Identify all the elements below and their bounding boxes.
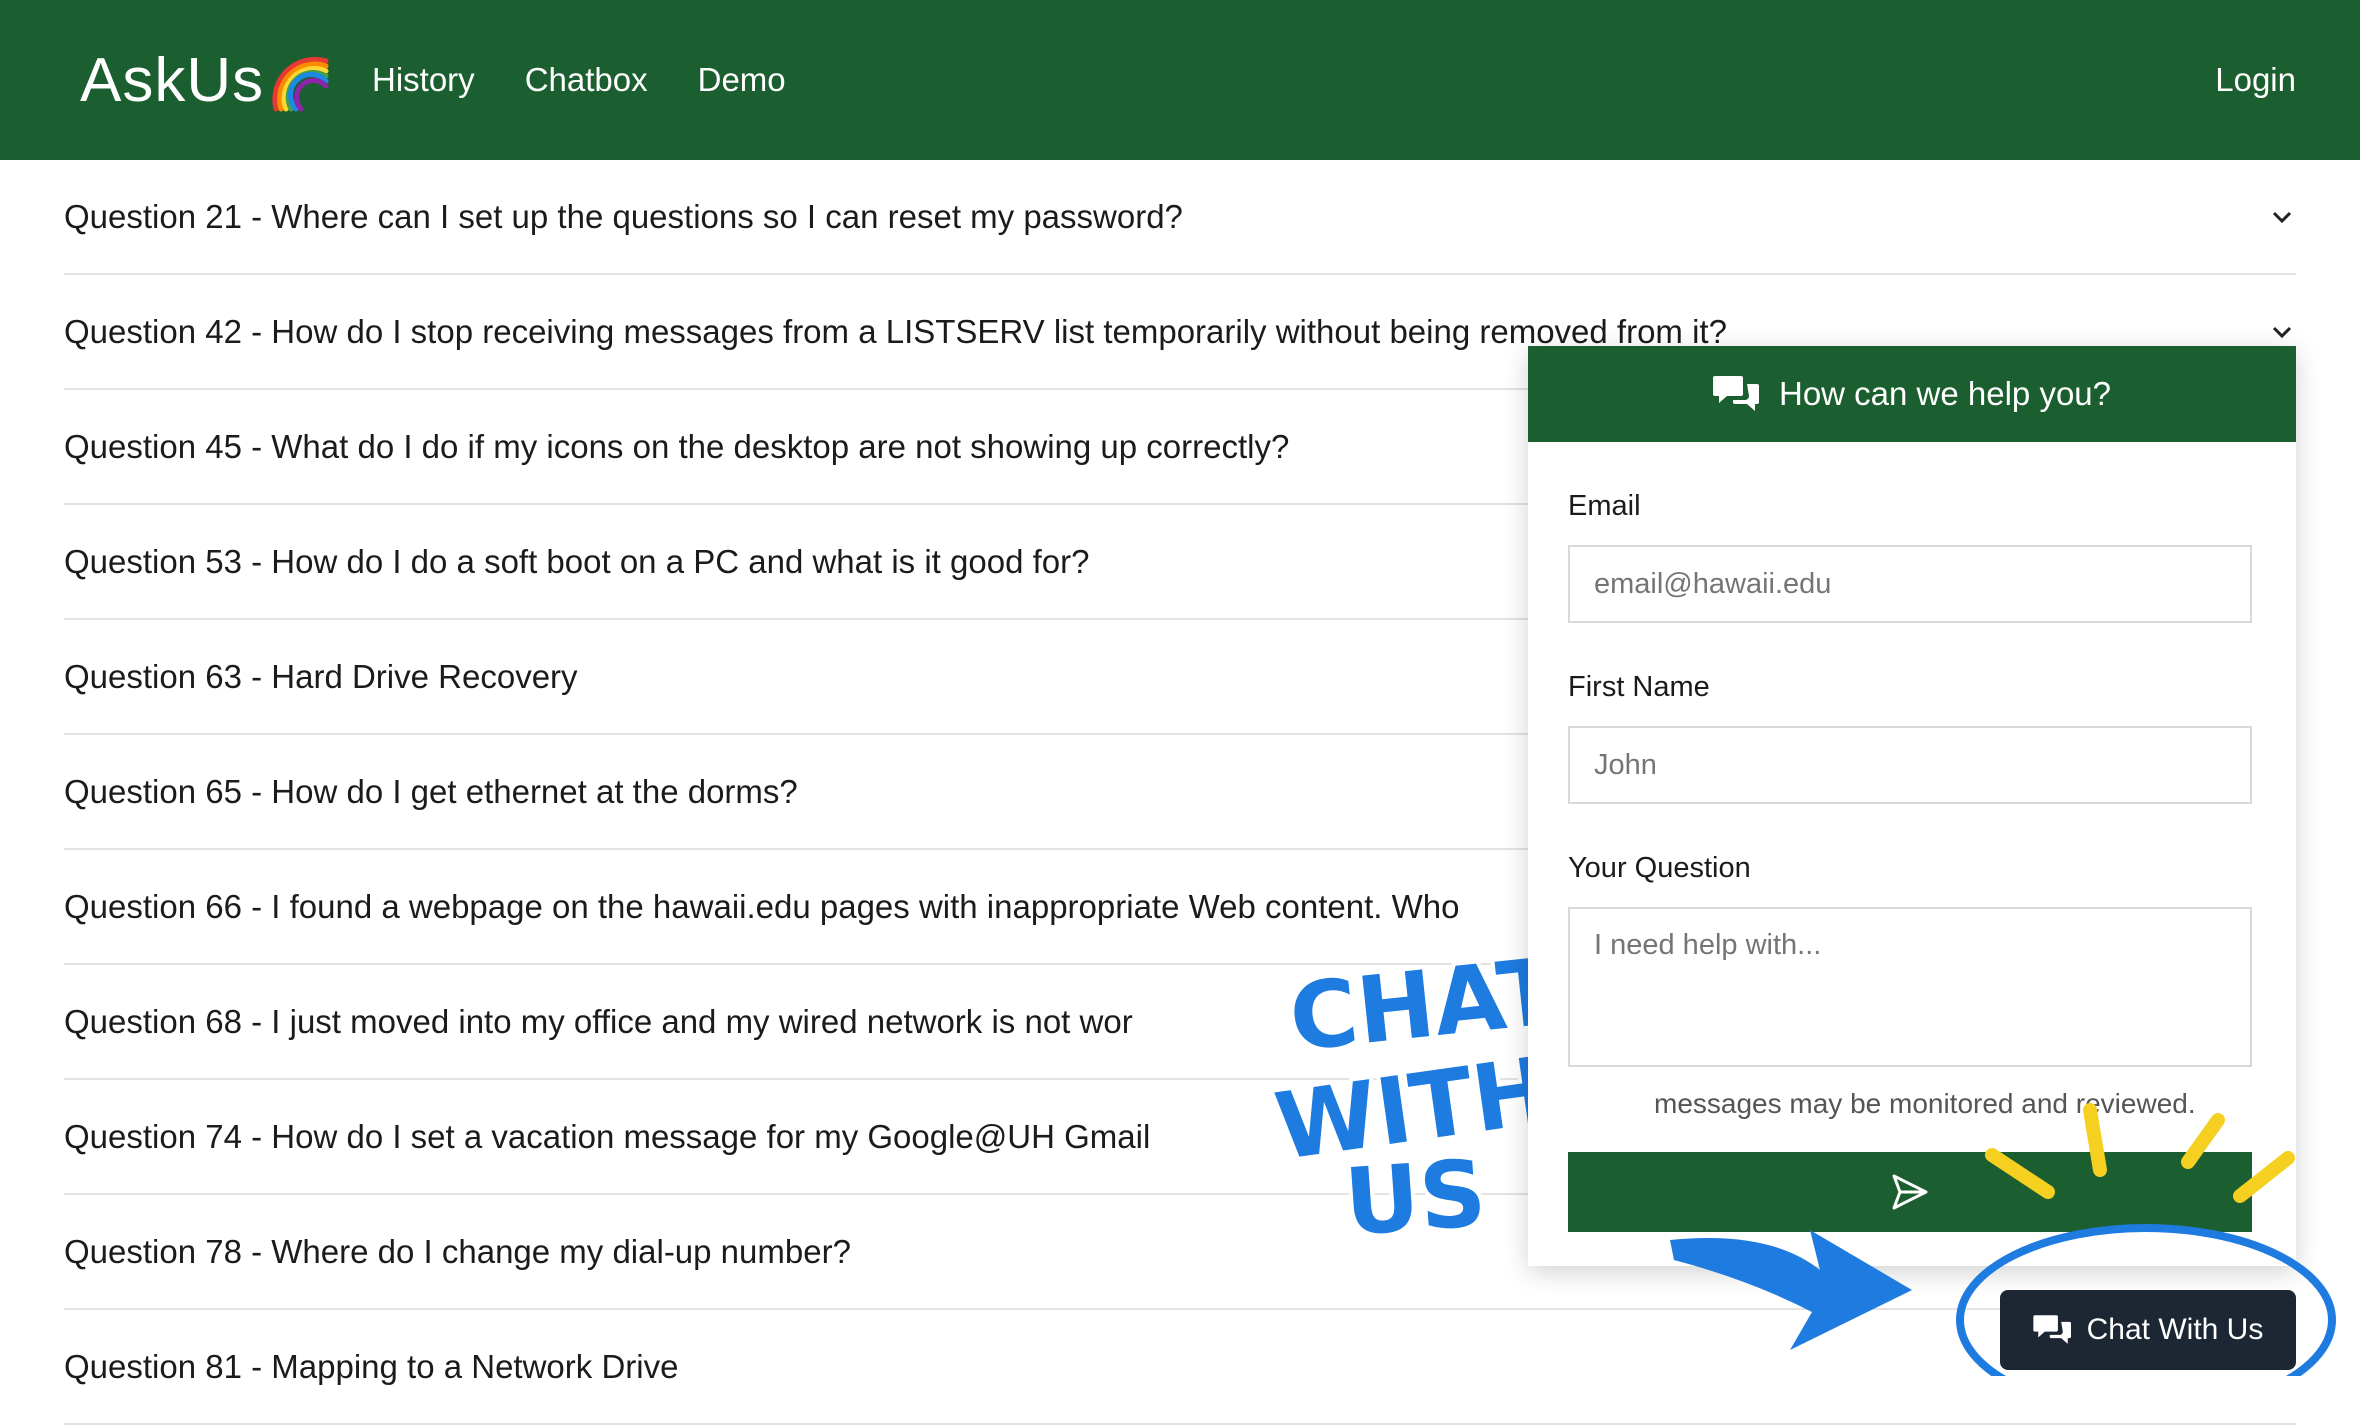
nav-link-chatbox[interactable]: Chatbox bbox=[525, 61, 648, 99]
chat-form: Email First Name Your Question messages … bbox=[1528, 490, 2296, 1232]
chevron-down-icon[interactable] bbox=[2268, 203, 2296, 231]
faq-question: Question 45 - What do I do if my icons o… bbox=[64, 427, 1290, 465]
faq-question: Question 63 - Hard Drive Recovery bbox=[64, 657, 578, 695]
question-textarea[interactable] bbox=[1568, 907, 2252, 1067]
chat-with-us-button[interactable]: Chat With Us bbox=[2000, 1290, 2296, 1370]
faq-item[interactable]: Question 81 - Mapping to a Network Drive bbox=[64, 1310, 2296, 1425]
chat-with-us-label: Chat With Us bbox=[2086, 1313, 2264, 1346]
chevron-down-icon[interactable] bbox=[2268, 318, 2296, 346]
nav-link-demo[interactable]: Demo bbox=[698, 61, 786, 99]
brand-logo[interactable]: AskUs bbox=[80, 40, 330, 120]
rainbow-icon bbox=[272, 56, 329, 112]
chat-header-title: How can we help you? bbox=[1778, 375, 2112, 412]
chat-panel: How can we help you? Email First Name Yo… bbox=[1528, 346, 2296, 1266]
faq-question: Question 42 - How do I stop receiving me… bbox=[64, 312, 1727, 350]
first-name-field[interactable] bbox=[1568, 726, 2252, 804]
navbar: AskUs History Chatbox Demo Login bbox=[0, 0, 2360, 160]
send-icon bbox=[1892, 1174, 1928, 1210]
chat-header: How can we help you? bbox=[1528, 346, 2296, 442]
first-name-label: First Name bbox=[1568, 671, 1710, 703]
nav-links: History Chatbox Demo bbox=[372, 0, 836, 160]
email-label: Email bbox=[1568, 490, 1641, 522]
send-button[interactable] bbox=[1568, 1152, 2252, 1232]
chat-bubbles-icon bbox=[1712, 376, 1759, 411]
monitoring-notice: messages may be monitored and reviewed. bbox=[1654, 1088, 2196, 1119]
brand-name: AskUs bbox=[80, 45, 265, 115]
question-label: Your Question bbox=[1568, 852, 1751, 884]
faq-question: Question 78 - Where do I change my dial-… bbox=[64, 1232, 851, 1270]
login-link[interactable]: Login bbox=[2215, 0, 2296, 160]
faq-question: Question 81 - Mapping to a Network Drive bbox=[64, 1347, 679, 1385]
faq-question: Question 66 - I found a webpage on the h… bbox=[64, 887, 1460, 925]
faq-question: Question 65 - How do I get ethernet at t… bbox=[64, 772, 798, 810]
chat-bubbles-icon bbox=[2033, 1315, 2071, 1344]
faq-question: Question 74 - How do I set a vacation me… bbox=[64, 1117, 1151, 1155]
faq-question: Question 21 - Where can I set up the que… bbox=[64, 197, 1183, 235]
email-field[interactable] bbox=[1568, 545, 2252, 623]
faq-item[interactable]: Question 21 - Where can I set up the que… bbox=[64, 160, 2296, 275]
nav-link-history[interactable]: History bbox=[372, 61, 475, 99]
faq-question: Question 53 - How do I do a soft boot on… bbox=[64, 542, 1090, 580]
faq-question: Question 68 - I just moved into my offic… bbox=[64, 1002, 1133, 1040]
